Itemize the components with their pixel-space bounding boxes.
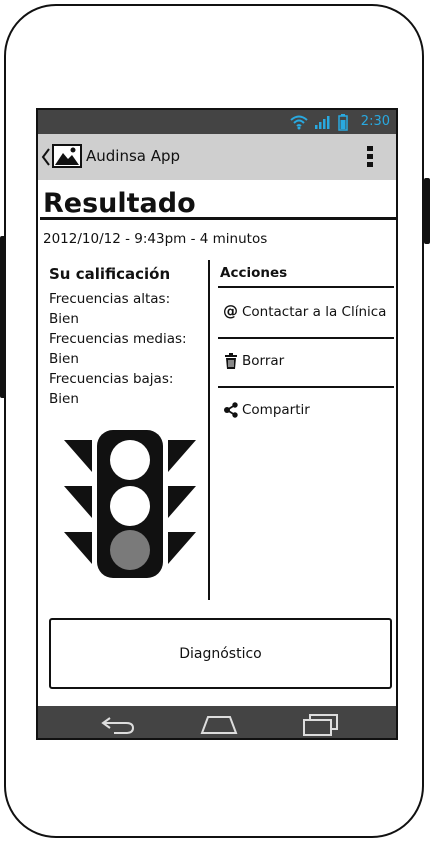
contact-clinic-label: Contactar a la Clínica <box>242 304 387 320</box>
contact-clinic-action[interactable]: @ Contactar a la Clínica <box>220 290 394 336</box>
phone-power-button <box>424 178 430 244</box>
status-time: 2:30 <box>360 114 390 129</box>
at-icon: @ <box>223 302 238 320</box>
back-nav-icon[interactable] <box>100 715 136 735</box>
column-divider <box>208 260 210 600</box>
phone-volume-button <box>0 236 6 398</box>
diagnosis-button[interactable]: Diagnóstico <box>49 618 392 689</box>
wifi-icon <box>290 115 308 130</box>
phone-screen: 2:30 Audinsa App Resultado 2012/10/12 - … <box>36 108 398 740</box>
navigation-bar <box>38 706 396 738</box>
share-label: Compartir <box>242 402 310 418</box>
traffic-light-icon <box>64 430 196 578</box>
title-divider <box>40 217 396 220</box>
rating-line: Frecuencias bajas: <box>49 371 174 387</box>
rating-heading: Su calificación <box>49 265 171 283</box>
diagnosis-button-label: Diagnóstico <box>179 645 262 662</box>
app-bar: Audinsa App <box>38 134 396 180</box>
actions-heading: Acciones <box>220 265 288 281</box>
recent-apps-nav-icon[interactable] <box>302 714 338 736</box>
actions-heading-divider <box>218 286 394 288</box>
app-logo-image-icon <box>52 144 82 168</box>
status-bar: 2:30 <box>38 110 396 134</box>
rating-line: Bien <box>49 311 79 327</box>
delete-action[interactable]: Borrar <box>220 339 394 385</box>
back-chevron-icon[interactable] <box>41 147 51 167</box>
overflow-menu-icon[interactable] <box>366 145 374 169</box>
share-action[interactable]: Compartir <box>220 388 394 434</box>
trash-icon <box>225 353 237 369</box>
signal-icon <box>315 116 330 129</box>
app-title: Audinsa App <box>86 147 181 165</box>
delete-label: Borrar <box>242 353 285 369</box>
rating-line: Frecuencias altas: <box>49 291 171 307</box>
page-title: Resultado <box>43 188 196 219</box>
home-nav-icon[interactable] <box>200 715 238 735</box>
rating-line: Bien <box>49 391 79 407</box>
rating-line: Frecuencias medias: <box>49 331 187 347</box>
battery-icon <box>338 114 348 131</box>
test-datetime: 2012/10/12 - 9:43pm - 4 minutos <box>43 231 268 247</box>
rating-line: Bien <box>49 351 79 367</box>
share-icon <box>224 402 238 418</box>
